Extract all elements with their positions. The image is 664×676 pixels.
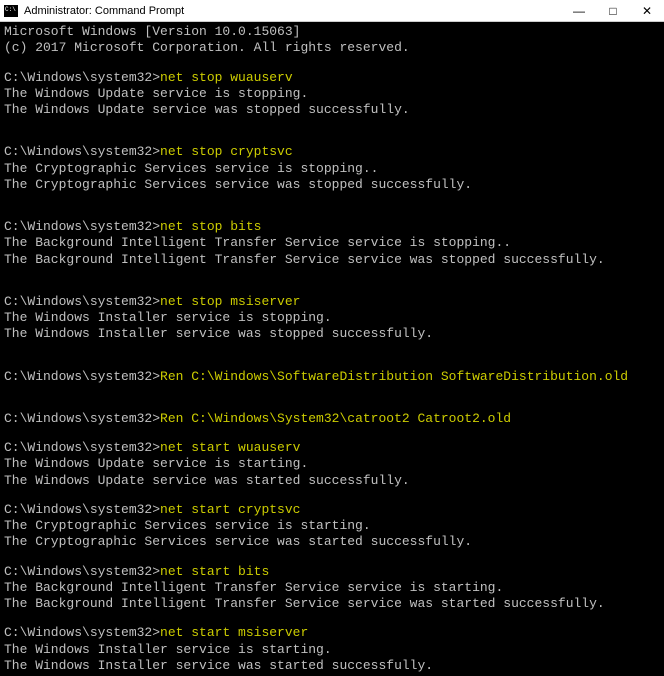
window-title: Administrator: Command Prompt [24, 5, 184, 17]
header-line: (c) 2017 Microsoft Corporation. All righ… [4, 40, 660, 56]
output-line: The Cryptographic Services service was s… [4, 534, 660, 550]
header-line: Microsoft Windows [Version 10.0.15063] [4, 24, 660, 40]
command-text: net stop bits [160, 219, 261, 234]
blank-line [4, 343, 660, 356]
cmd-icon [4, 5, 18, 17]
output-line: The Windows Update service was stopped s… [4, 102, 660, 118]
blank-line [4, 612, 660, 625]
prompt-path: C:\Windows\system32> [4, 144, 160, 159]
command-text: net start wuauserv [160, 440, 300, 455]
output-line: The Windows Update service is starting. [4, 456, 660, 472]
prompt-line: C:\Windows\system32>net start wuauserv [4, 440, 660, 456]
output-line: The Windows Installer service was stoppe… [4, 326, 660, 342]
blank-line [4, 398, 660, 411]
maximize-button[interactable]: □ [596, 0, 630, 21]
blank-line [4, 206, 660, 219]
output-line: The Cryptographic Services service is st… [4, 161, 660, 177]
prompt-path: C:\Windows\system32> [4, 294, 160, 309]
prompt-line: C:\Windows\system32>Ren C:\Windows\Softw… [4, 369, 660, 385]
blank-line [4, 193, 660, 206]
output-line: The Background Intelligent Transfer Serv… [4, 596, 660, 612]
blank-line [4, 57, 660, 70]
output-line: The Background Intelligent Transfer Serv… [4, 235, 660, 251]
prompt-line: C:\Windows\system32>net start msiserver [4, 625, 660, 641]
command-text: net stop cryptsvc [160, 144, 293, 159]
command-text: net start msiserver [160, 625, 308, 640]
command-text: net start bits [160, 564, 269, 579]
command-text: net stop msiserver [160, 294, 300, 309]
blank-line [4, 268, 660, 281]
blank-line [4, 281, 660, 294]
prompt-path: C:\Windows\system32> [4, 502, 160, 517]
prompt-path: C:\Windows\system32> [4, 411, 160, 426]
blank-line [4, 118, 660, 131]
prompt-line: C:\Windows\system32>net stop wuauserv [4, 70, 660, 86]
output-line: The Windows Update service was started s… [4, 473, 660, 489]
blank-line [4, 427, 660, 440]
titlebar-controls: — □ ✕ [562, 0, 664, 21]
prompt-path: C:\Windows\system32> [4, 564, 160, 579]
prompt-path: C:\Windows\system32> [4, 625, 160, 640]
prompt-path: C:\Windows\system32> [4, 440, 160, 455]
prompt-path: C:\Windows\system32> [4, 70, 160, 85]
output-line: The Windows Installer service is stoppin… [4, 310, 660, 326]
prompt-line: C:\Windows\system32>net start cryptsvc [4, 502, 660, 518]
blank-line [4, 385, 660, 398]
close-button[interactable]: ✕ [630, 0, 664, 21]
terminal-area[interactable]: Microsoft Windows [Version 10.0.15063](c… [0, 22, 664, 676]
blank-line [4, 356, 660, 369]
prompt-line: C:\Windows\system32>Ren C:\Windows\Syste… [4, 411, 660, 427]
output-line: The Windows Installer service is startin… [4, 642, 660, 658]
titlebar-left: Administrator: Command Prompt [4, 5, 184, 17]
prompt-line: C:\Windows\system32>net stop bits [4, 219, 660, 235]
prompt-path: C:\Windows\system32> [4, 369, 160, 384]
output-line: The Cryptographic Services service is st… [4, 518, 660, 534]
prompt-line: C:\Windows\system32>net stop msiserver [4, 294, 660, 310]
output-line: The Background Intelligent Transfer Serv… [4, 252, 660, 268]
output-line: The Background Intelligent Transfer Serv… [4, 580, 660, 596]
output-line: The Cryptographic Services service was s… [4, 177, 660, 193]
prompt-path: C:\Windows\system32> [4, 219, 160, 234]
blank-line [4, 131, 660, 144]
prompt-line: C:\Windows\system32>net stop cryptsvc [4, 144, 660, 160]
command-text: net start cryptsvc [160, 502, 300, 517]
command-text: net stop wuauserv [160, 70, 293, 85]
command-text: Ren C:\Windows\SoftwareDistribution Soft… [160, 369, 628, 384]
blank-line [4, 551, 660, 564]
output-line: The Windows Update service is stopping. [4, 86, 660, 102]
command-text: Ren C:\Windows\System32\catroot2 Catroot… [160, 411, 511, 426]
output-line: The Windows Installer service was starte… [4, 658, 660, 674]
prompt-line: C:\Windows\system32>net start bits [4, 564, 660, 580]
window-titlebar: Administrator: Command Prompt — □ ✕ [0, 0, 664, 22]
blank-line [4, 489, 660, 502]
minimize-button[interactable]: — [562, 0, 596, 21]
